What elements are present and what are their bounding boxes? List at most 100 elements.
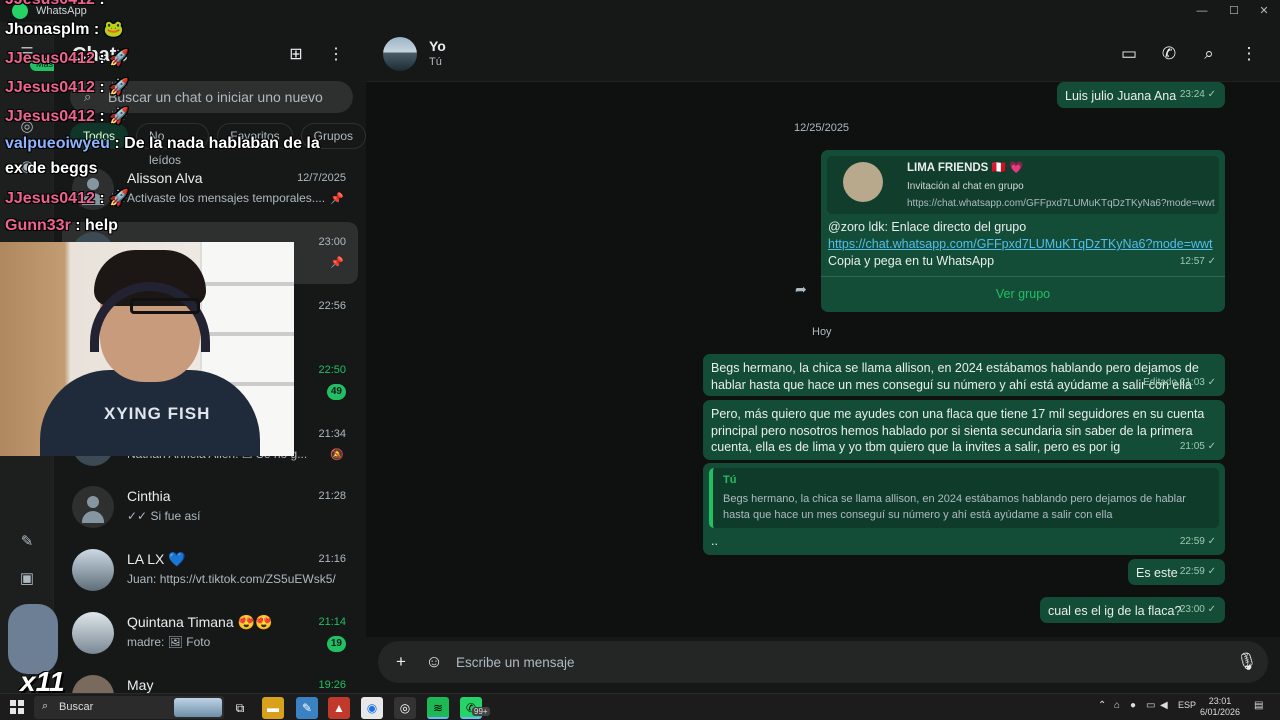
message-outgoing[interactable]: Luis julio Juana Ana 23:24 ✓ xyxy=(1057,82,1225,108)
taskbar-clock[interactable]: 23:01 6/01/2026 xyxy=(1196,696,1244,718)
pin-icon: 📌 xyxy=(330,193,344,205)
notepad-icon[interactable]: ✎ xyxy=(296,697,318,719)
spotify-icon[interactable]: ≋ xyxy=(427,697,449,719)
date-separator: Hoy xyxy=(812,326,832,338)
chat-name: May xyxy=(127,677,154,693)
message-meta: 23:00 ✓ xyxy=(1179,603,1216,615)
message-meta: 21:05 ✓ xyxy=(1179,440,1216,452)
chat-item-may[interactable]: May 19:26 xyxy=(62,665,358,693)
contact-name: Yo xyxy=(429,38,446,54)
maximize-icon[interactable]: ☐ xyxy=(1218,0,1250,22)
emoji-sticker-icon[interactable]: ☺ xyxy=(424,652,444,672)
invite-link[interactable]: https://chat.whatsapp.com/GFFpxd7LUMuKTq… xyxy=(828,236,1218,253)
filter-all[interactable]: Todos xyxy=(70,123,129,149)
chat-preview: Activaste los mensajes temporales.... xyxy=(127,191,326,205)
notifications-icon[interactable]: ▤ xyxy=(1254,700,1263,711)
network-icon[interactable]: ▭ xyxy=(1146,700,1155,711)
mascot-figure xyxy=(8,604,58,674)
tray-expand-icon[interactable]: ⌃ xyxy=(1098,700,1106,711)
clock-time: 23:01 xyxy=(1208,696,1232,706)
contact-subtitle: Tú xyxy=(429,56,442,68)
window-title: WhatsApp xyxy=(36,5,87,17)
invite-line: Copia y pega en tu WhatsApp xyxy=(828,254,995,268)
more-options-icon[interactable]: ⋮ xyxy=(325,44,347,66)
message-input[interactable] xyxy=(456,641,1216,683)
chat-time: 21:16 xyxy=(318,553,346,565)
app-icon[interactable]: ▲ xyxy=(328,697,350,719)
chat-time: 22:56 xyxy=(318,300,346,312)
chat-item-cinthia[interactable]: Cinthia 21:28 ✓✓ Si fue así xyxy=(62,476,358,538)
whatsapp-window: WhatsApp — ☐ ✕ ☰ Más ◎ ◉ ✎ ▣ Chats ⊞ ⋮ ⌕… xyxy=(0,0,1280,697)
chat-search-box[interactable]: ⌕ xyxy=(70,81,353,113)
message-reply[interactable]: Tú Begs hermano, la chica se llama allis… xyxy=(703,463,1225,555)
media-gallery-icon[interactable]: ▣ xyxy=(17,569,37,589)
tray-app-icon[interactable]: ⌂ xyxy=(1114,700,1120,711)
filter-favorites[interactable]: Favoritos xyxy=(217,123,293,149)
filter-groups[interactable]: Grupos xyxy=(300,123,366,149)
chat-time: 23:00 xyxy=(318,236,346,248)
conversation-panel: Yo Tú ▭ ✆ ⌕ ⋮ Luis julio Juana Ana 23:24… xyxy=(366,22,1280,693)
message-outgoing[interactable]: cual es el ig de la flaca? 23:00 ✓ xyxy=(1040,597,1225,623)
channels-icon[interactable]: ◉ xyxy=(17,157,37,177)
volume-icon[interactable]: ◀ xyxy=(1160,700,1168,711)
webcam-person-glasses xyxy=(130,298,200,314)
chat-item-quintana-timana[interactable]: Quintana Timana 😍😍 21:14 madre: 🖼 Foto 1… xyxy=(62,602,358,664)
chrome-icon[interactable]: ◉ xyxy=(361,697,383,719)
conversation-header[interactable]: Yo Tú ▭ ✆ ⌕ ⋮ xyxy=(366,22,1280,82)
chat-list-title: Chats xyxy=(72,44,128,66)
message-outgoing[interactable]: Es este 22:59 ✓ xyxy=(1128,559,1225,585)
group-invite-card[interactable]: LIMA FRIENDS 🇵🇪 💗 Invitación al chat en … xyxy=(827,156,1219,214)
taskbar-search[interactable]: ⌕ Buscar xyxy=(34,696,224,719)
title-bar: WhatsApp — ☐ ✕ xyxy=(0,0,1280,22)
language-indicator[interactable]: ESP xyxy=(1178,700,1196,710)
message-list[interactable]: Luis julio Juana Ana 23:24 ✓ 12/25/2025 … xyxy=(366,82,1280,637)
microphone-icon[interactable]: 🎙 xyxy=(1236,652,1258,672)
contact-avatar[interactable] xyxy=(383,37,417,71)
message-outgoing[interactable]: Begs hermano, la chica se llama allison,… xyxy=(703,354,1225,396)
chat-search-input[interactable] xyxy=(108,81,348,113)
chat-time: 21:34 xyxy=(318,428,346,440)
chat-name: Cinthia xyxy=(127,488,171,504)
date-separator: 12/25/2025 xyxy=(794,122,850,134)
minimize-icon[interactable]: — xyxy=(1186,0,1218,22)
starred-messages-icon[interactable]: ✎ xyxy=(17,532,37,552)
video-call-icon[interactable]: ▭ xyxy=(1118,44,1140,66)
invite-label: Invitación al chat en grupo xyxy=(907,181,1024,192)
message-outgoing[interactable]: Pero, más quiero que me ayudes con una f… xyxy=(703,400,1225,460)
close-icon[interactable]: ✕ xyxy=(1248,0,1280,22)
view-group-button[interactable]: Ver grupo xyxy=(821,276,1225,312)
message-meta: Editado 21:03 ✓ xyxy=(1143,376,1216,388)
whatsapp-unread-badge: 99+ xyxy=(472,707,490,716)
task-view-icon[interactable]: ⧉ xyxy=(229,697,251,719)
chat-time: 21:28 xyxy=(318,490,346,502)
voice-call-icon[interactable]: ✆ xyxy=(1158,44,1180,66)
unread-badge: 19 xyxy=(326,636,346,652)
chat-time: 22:50 xyxy=(318,364,346,376)
attach-plus-icon[interactable]: + xyxy=(391,652,411,672)
group-name: LIMA FRIENDS 🇵🇪 💗 xyxy=(907,162,1024,174)
microphone-icon[interactable]: ● xyxy=(1130,700,1136,711)
file-explorer-icon[interactable]: ▬ xyxy=(262,697,284,719)
obs-icon[interactable]: ◎ xyxy=(394,697,416,719)
group-thumbnail xyxy=(843,162,883,202)
chat-item-la-lx[interactable]: LA LX 💙 21:16 Juan: https://vt.tiktok.co… xyxy=(62,539,358,601)
chat-item-alisson-alva[interactable]: Alisson Alva 12/7/2025 Activaste los men… xyxy=(62,158,358,220)
chat-name: LA LX 💙 xyxy=(127,551,186,567)
windows-taskbar: ⌕ Buscar ⧉ ▬ ✎ ▲ ◉ ◎ ≋ ✆ 99+ ⌃ ⌂ ● ▭ ◀ E… xyxy=(0,693,1280,720)
message-text: Pero, más quiero que me ayudes con una f… xyxy=(711,407,1205,454)
forward-icon[interactable]: ➦ xyxy=(795,281,807,298)
whatsapp-logo-icon xyxy=(12,3,28,19)
filter-unread[interactable]: No leídos xyxy=(136,123,210,167)
message-meta: 12:57 ✓ xyxy=(1179,255,1216,267)
new-chat-icon[interactable]: ⊞ xyxy=(285,44,307,66)
quoted-message[interactable]: Tú Begs hermano, la chica se llama allis… xyxy=(709,468,1219,528)
message-group-invite[interactable]: LIMA FRIENDS 🇵🇪 💗 Invitación al chat en … xyxy=(821,150,1225,312)
more-options-icon[interactable]: ⋮ xyxy=(1238,44,1260,66)
avatar xyxy=(72,168,114,210)
search-icon[interactable]: ⌕ xyxy=(1198,44,1220,66)
unread-badge: 49 xyxy=(326,384,346,400)
status-icon[interactable]: ◎ xyxy=(17,117,37,137)
windows-start-icon[interactable] xyxy=(10,700,24,714)
search-icon: ⌕ xyxy=(84,89,92,104)
chat-name: Alisson Alva xyxy=(127,170,203,186)
